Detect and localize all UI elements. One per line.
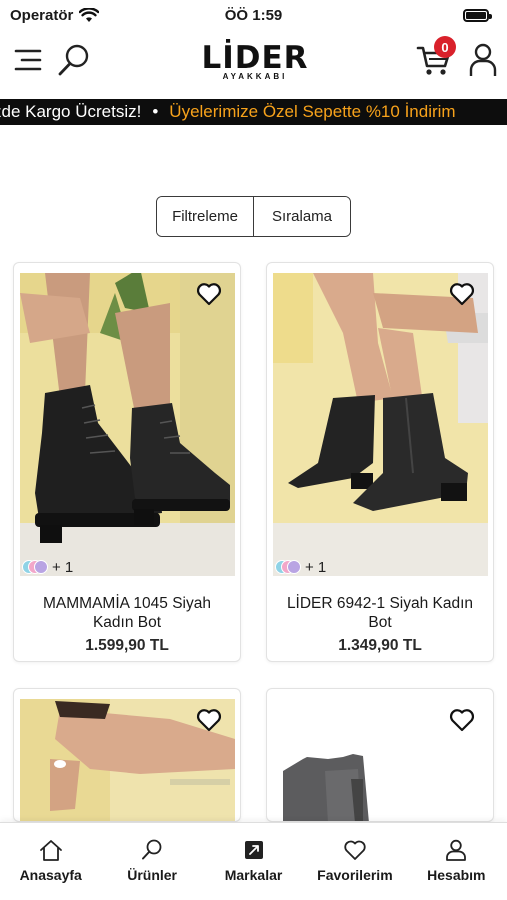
brand-icon bbox=[244, 841, 263, 859]
announcement-separator: • bbox=[152, 102, 159, 121]
color-options[interactable]: + 1 bbox=[275, 559, 326, 576]
tab-account-label: Hesabım bbox=[427, 867, 486, 883]
status-bar: Operatör ÖÖ 1:59 bbox=[0, 0, 507, 30]
tab-favorites[interactable]: Favorilerim bbox=[304, 823, 405, 900]
app-header: LİDER AYAKKABI 0 bbox=[0, 30, 507, 96]
announcement-track: inizde Kargo Ücretsiz! • Üyelerimize Öze… bbox=[0, 99, 456, 125]
heart-icon bbox=[449, 709, 475, 732]
product-photo-boots-lace bbox=[20, 273, 235, 576]
cart-button[interactable]: 0 bbox=[414, 36, 456, 80]
tab-home[interactable]: Anasayfa bbox=[0, 823, 101, 900]
favorite-button[interactable] bbox=[447, 279, 477, 309]
status-left: Operatör bbox=[10, 6, 100, 24]
wifi-icon bbox=[79, 7, 100, 22]
heart-icon bbox=[344, 840, 366, 860]
search-button[interactable] bbox=[56, 42, 92, 78]
brand-logo[interactable]: LİDER AYAKKABI bbox=[190, 42, 320, 92]
favorite-button[interactable] bbox=[194, 279, 224, 309]
account-icon bbox=[446, 839, 467, 861]
account-button[interactable] bbox=[466, 42, 500, 78]
heart-icon bbox=[196, 283, 222, 306]
tab-brands[interactable]: Markalar bbox=[203, 823, 304, 900]
search-icon bbox=[142, 839, 162, 860]
bottom-tab-bar: Anasayfa Ürünler Markalar Favorilerim He… bbox=[0, 822, 507, 900]
product-image[interactable] bbox=[20, 273, 235, 576]
account-icon bbox=[469, 43, 497, 76]
favorite-button[interactable] bbox=[447, 705, 477, 735]
heart-icon bbox=[449, 283, 475, 306]
product-name[interactable]: LİDER 6942-1 Siyah Kadın Bot bbox=[277, 594, 483, 632]
announcement-bar[interactable]: inizde Kargo Ücretsiz! • Üyelerimize Öze… bbox=[0, 99, 507, 125]
tab-account[interactable]: Hesabım bbox=[406, 823, 507, 900]
battery-icon bbox=[463, 8, 492, 22]
search-icon bbox=[58, 44, 89, 76]
heart-icon bbox=[196, 709, 222, 732]
product-card[interactable]: + 1 LİDER 6942-1 Siyah Kadın Bot 1.349,9… bbox=[266, 262, 494, 662]
filter-button[interactable]: Filtreleme bbox=[157, 197, 253, 236]
color-swatch-icon bbox=[22, 559, 48, 576]
tab-products-label: Ürünler bbox=[127, 867, 177, 883]
favorite-button[interactable] bbox=[194, 705, 224, 735]
product-price: 1.599,90 TL bbox=[85, 637, 169, 654]
color-options[interactable]: + 1 bbox=[22, 559, 73, 576]
tab-brands-label: Markalar bbox=[224, 867, 283, 883]
product-image[interactable] bbox=[273, 273, 488, 576]
filter-sort-toolbar: Filtreleme Sıralama bbox=[156, 196, 351, 237]
tab-home-label: Anasayfa bbox=[19, 867, 82, 883]
product-price: 1.349,90 TL bbox=[338, 637, 422, 654]
product-name[interactable]: MAMMAMİA 1045 Siyah Kadın Bot bbox=[24, 594, 230, 632]
color-swatch-icon bbox=[275, 559, 301, 576]
product-photo-boots-zip bbox=[273, 273, 488, 576]
product-card[interactable] bbox=[13, 688, 241, 822]
carrier-label: Operatör bbox=[10, 6, 74, 24]
tab-products[interactable]: Ürünler bbox=[101, 823, 202, 900]
cart-count-badge: 0 bbox=[434, 36, 456, 58]
announcement-discount: Üyelerimize Özel Sepette %10 İndirim bbox=[169, 102, 456, 121]
color-count: + 1 bbox=[305, 559, 327, 576]
sort-button[interactable]: Sıralama bbox=[253, 197, 350, 236]
battery-fill bbox=[466, 11, 486, 19]
product-card[interactable] bbox=[266, 688, 494, 822]
logo-text: LİDER bbox=[201, 40, 309, 76]
menu-button[interactable] bbox=[12, 44, 44, 76]
announcement-shipping: inizde Kargo Ücretsiz! bbox=[0, 102, 142, 121]
product-card[interactable]: + 1 MAMMAMİA 1045 Siyah Kadın Bot 1.599,… bbox=[13, 262, 241, 662]
home-icon bbox=[39, 840, 62, 861]
menu-icon bbox=[14, 49, 42, 71]
tab-favorites-label: Favorilerim bbox=[317, 867, 393, 883]
color-count: + 1 bbox=[52, 559, 74, 576]
